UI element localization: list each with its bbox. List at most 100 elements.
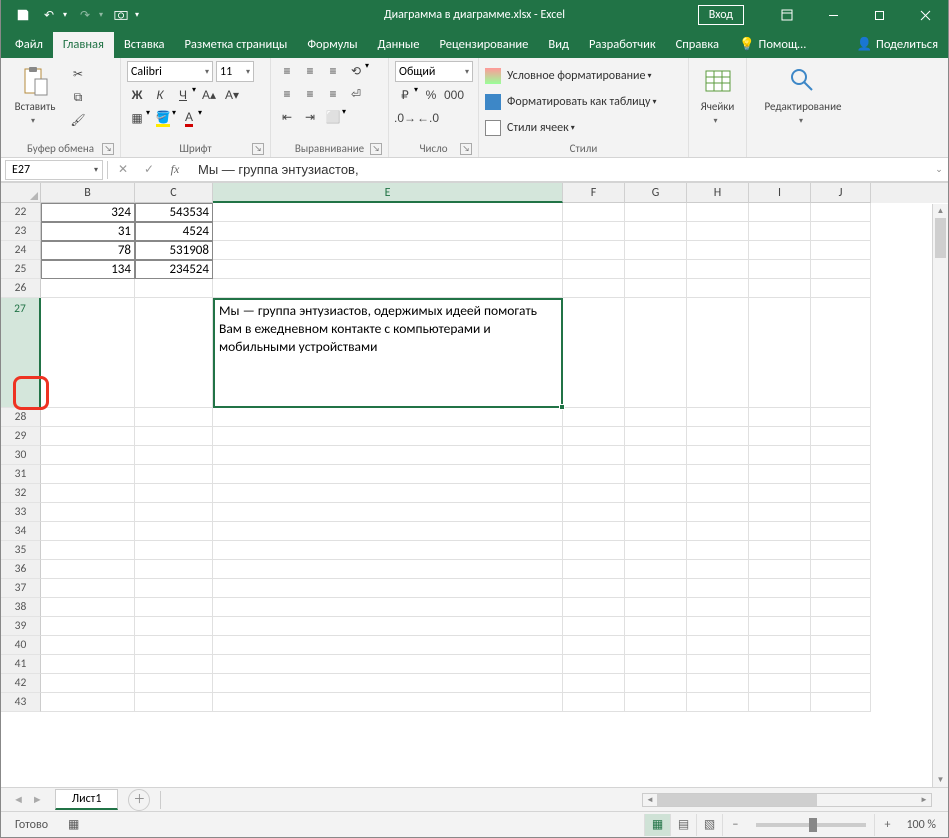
close-button[interactable] <box>902 0 948 30</box>
cell[interactable] <box>811 636 871 655</box>
font-color-button[interactable]: A <box>179 108 199 128</box>
cell[interactable] <box>625 484 687 503</box>
cell[interactable] <box>41 693 135 712</box>
cell[interactable] <box>625 541 687 560</box>
scroll-right-icon[interactable]: ► <box>917 794 931 806</box>
cell[interactable] <box>687 465 749 484</box>
cell[interactable] <box>135 522 213 541</box>
align-center-button[interactable]: ≡ <box>300 84 320 104</box>
cell[interactable] <box>811 260 871 279</box>
clipboard-launcher-icon[interactable]: ↘ <box>102 143 114 155</box>
grow-font-button[interactable]: A▴ <box>199 85 219 105</box>
fill-color-button[interactable]: 🪣 <box>153 108 173 128</box>
cell[interactable] <box>625 241 687 260</box>
row-header[interactable]: 40 <box>1 636 41 655</box>
orientation-button[interactable]: ⟲ <box>346 61 366 81</box>
cell[interactable] <box>41 484 135 503</box>
ribbon-options-icon[interactable] <box>764 0 810 30</box>
currency-button[interactable]: ₽ <box>395 85 415 105</box>
cell[interactable] <box>687 693 749 712</box>
cell[interactable] <box>811 579 871 598</box>
cell[interactable] <box>625 203 687 222</box>
tab-data[interactable]: Данные <box>368 32 430 58</box>
cell[interactable] <box>563 560 625 579</box>
increase-indent-button[interactable]: ⇥ <box>300 107 320 127</box>
tab-developer[interactable]: Разработчик <box>579 32 666 58</box>
spreadsheet-grid[interactable]: BCEFGHIJ 2232454353423314524247853190825… <box>1 182 948 737</box>
tab-formulas[interactable]: Формулы <box>297 32 367 58</box>
row-header[interactable]: 39 <box>1 617 41 636</box>
save-icon[interactable] <box>15 7 31 23</box>
select-all-corner[interactable] <box>1 183 41 203</box>
minimize-button[interactable] <box>810 0 856 30</box>
redo-icon[interactable]: ↷ <box>77 7 93 23</box>
scroll-up-icon[interactable]: ▲ <box>933 204 948 218</box>
cell[interactable] <box>749 260 811 279</box>
macro-recorder-icon[interactable]: ▦ <box>68 817 79 832</box>
cell[interactable] <box>563 541 625 560</box>
copy-button[interactable]: ⧉ <box>68 87 88 107</box>
cell[interactable] <box>135 560 213 579</box>
cell[interactable] <box>135 298 213 408</box>
tab-insert[interactable]: Вставка <box>114 32 175 58</box>
cell[interactable] <box>563 260 625 279</box>
view-normal-button[interactable]: ▦ <box>644 814 670 836</box>
cell[interactable] <box>213 655 563 674</box>
cell[interactable] <box>135 465 213 484</box>
cell[interactable] <box>749 222 811 241</box>
cell[interactable] <box>687 560 749 579</box>
cell[interactable] <box>625 655 687 674</box>
cell[interactable] <box>749 484 811 503</box>
cell[interactable] <box>563 636 625 655</box>
cell[interactable] <box>41 503 135 522</box>
cell[interactable] <box>563 298 625 408</box>
cell[interactable]: 543534 <box>135 203 213 222</box>
cell[interactable] <box>213 279 563 298</box>
cell[interactable] <box>135 598 213 617</box>
cell[interactable] <box>135 655 213 674</box>
cell[interactable] <box>213 408 563 427</box>
cell[interactable] <box>811 560 871 579</box>
row-header[interactable]: 41 <box>1 655 41 674</box>
formula-input[interactable] <box>190 162 930 177</box>
cell[interactable] <box>625 522 687 541</box>
cell[interactable] <box>135 446 213 465</box>
cell[interactable] <box>687 503 749 522</box>
cell[interactable] <box>749 279 811 298</box>
cell[interactable] <box>625 617 687 636</box>
cell[interactable] <box>41 655 135 674</box>
cell[interactable] <box>749 655 811 674</box>
cell[interactable]: 134 <box>41 260 135 279</box>
cell[interactable] <box>687 522 749 541</box>
cell[interactable] <box>41 298 135 408</box>
italic-button[interactable]: К <box>150 85 170 105</box>
cell[interactable] <box>563 655 625 674</box>
cell[interactable] <box>811 222 871 241</box>
tab-review[interactable]: Рецензирование <box>429 32 538 58</box>
row-header[interactable]: 34 <box>1 522 41 541</box>
cell[interactable] <box>749 503 811 522</box>
cell[interactable] <box>687 446 749 465</box>
cell[interactable] <box>625 503 687 522</box>
cell[interactable] <box>687 579 749 598</box>
align-bottom-button[interactable]: ≡ <box>323 61 343 81</box>
cell[interactable] <box>135 427 213 446</box>
row-header[interactable]: 23 <box>1 222 41 241</box>
cell[interactable] <box>811 279 871 298</box>
cell[interactable] <box>41 465 135 484</box>
editing-button[interactable]: Редактирование▾ <box>753 61 853 126</box>
cell[interactable] <box>41 579 135 598</box>
cell[interactable] <box>213 465 563 484</box>
cell[interactable] <box>749 446 811 465</box>
cell[interactable] <box>625 408 687 427</box>
decrease-indent-button[interactable]: ⇤ <box>277 107 297 127</box>
underline-button[interactable]: Ч <box>173 85 193 105</box>
cell[interactable] <box>687 655 749 674</box>
increase-decimal-button[interactable]: .0→ <box>395 108 415 128</box>
camera-dropdown-icon[interactable]: ▾ <box>135 10 139 20</box>
view-page-layout-button[interactable]: ▤ <box>670 814 696 836</box>
scroll-down-icon[interactable]: ▼ <box>933 773 948 787</box>
cell[interactable] <box>41 560 135 579</box>
cell[interactable] <box>625 427 687 446</box>
cell[interactable] <box>811 522 871 541</box>
